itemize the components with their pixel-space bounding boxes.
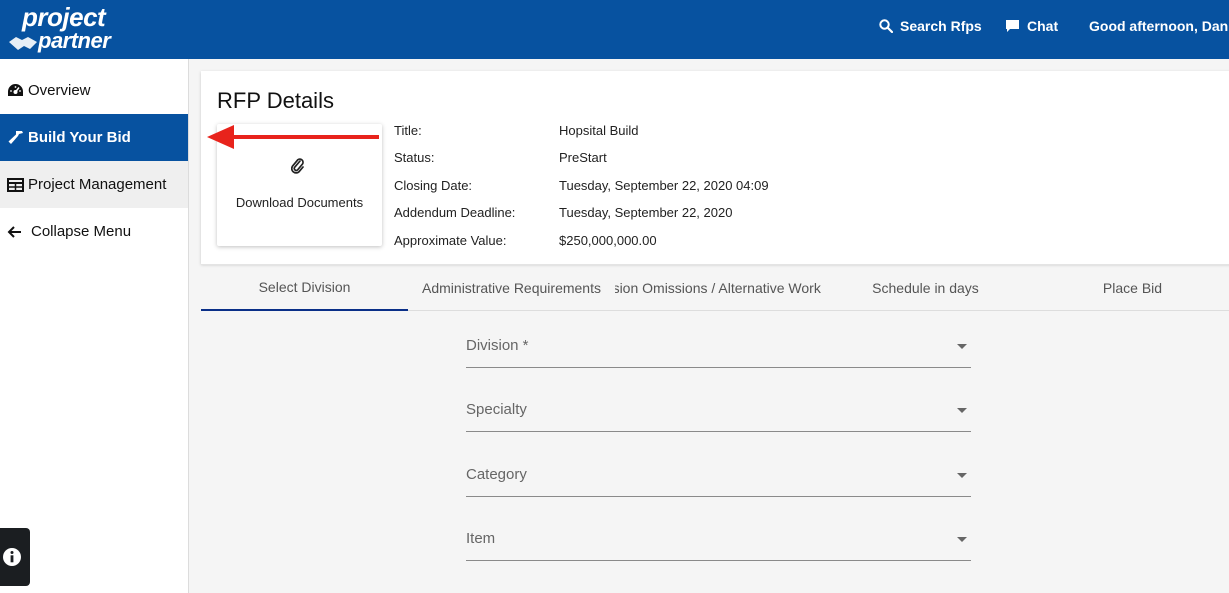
page-title: RFP Details (217, 88, 334, 113)
chevron-down-icon (957, 408, 967, 413)
logo[interactable]: project partner (8, 2, 118, 54)
rfp-field-value: PreStart (559, 150, 607, 165)
sidebar-item-label: Project Management (28, 176, 167, 193)
tab-label: Schedule in days (872, 280, 979, 296)
hammer-icon (8, 131, 23, 144)
handshake-icon (9, 37, 37, 50)
division-label: Division * (466, 337, 529, 354)
dashboard-icon (8, 84, 23, 96)
chevron-down-icon (957, 473, 967, 478)
sidebar-item-overview[interactable]: Overview (0, 67, 188, 114)
tab-bar: Select Division Administrative Requireme… (201, 264, 1229, 311)
rfp-field-value: $250,000,000.00 (559, 233, 657, 248)
specialty-select[interactable]: Specialty (466, 396, 971, 432)
tab-label: Place Bid (1102, 280, 1163, 296)
chat-icon (1006, 20, 1019, 32)
tab-label: Select Division (258, 279, 351, 295)
user-greeting[interactable]: Good afternoon, Dan (1089, 18, 1228, 34)
greeting-text: Good afternoon, Dan (1089, 18, 1229, 34)
tab-label: Administrative Requirements (422, 280, 601, 296)
item-label: Item (466, 530, 496, 547)
search-rfps-label: Search Rfps (900, 18, 982, 34)
chevron-down-icon (957, 537, 967, 542)
tab-administrative-requirements[interactable]: Administrative Requirements (408, 265, 615, 311)
table-icon (7, 177, 24, 192)
paperclip-icon (291, 158, 304, 174)
category-label: Category (466, 466, 527, 483)
info-button[interactable] (0, 528, 30, 586)
sidebar-item-project-management[interactable]: Project Management (0, 161, 188, 208)
rfp-details-card: RFP Details Download Documents Title: Ho… (201, 71, 1229, 264)
division-select[interactable]: Division * (466, 332, 971, 368)
sidebar-item-build-your-bid[interactable]: Build Your Bid (0, 114, 188, 161)
rfp-field-value: Tuesday, September 22, 2020 04:09 (559, 178, 769, 193)
specialty-label: Specialty (466, 401, 527, 418)
search-icon (879, 19, 893, 33)
sidebar-item-label: Overview (28, 82, 91, 99)
tab-select-division[interactable]: Select Division (201, 265, 408, 311)
sidebar-item-label: Collapse Menu (31, 223, 132, 240)
rfp-field-label: Closing Date: (394, 178, 473, 193)
rfp-field-label: Status: (394, 150, 435, 165)
rfp-field-label: Addendum Deadline: (394, 205, 516, 220)
sidebar-item-label: Build Your Bid (28, 129, 131, 146)
rfp-field-label: Title: (394, 123, 422, 138)
logo-text-line2: partner (38, 28, 111, 53)
tab-place-bid[interactable]: Place Bid (1029, 265, 1229, 311)
chat-link[interactable]: Chat (1005, 18, 1058, 34)
chevron-down-icon (957, 344, 967, 349)
category-select[interactable]: Category (466, 461, 971, 497)
rfp-field-value: Tuesday, September 22, 2020 (559, 205, 733, 220)
top-bar: project partner Search Rfps Chat Good af… (0, 0, 1229, 59)
annotation-arrow (207, 125, 379, 149)
info-icon (3, 548, 21, 566)
tab-schedule-in-days[interactable]: Schedule in days (822, 265, 1029, 311)
arrow-left-icon (7, 225, 21, 238)
chat-label: Chat (1027, 18, 1059, 34)
tab-inclusion-omissions[interactable]: Inclusion Omissions / Alternative Work (615, 265, 822, 311)
rfp-field-label: Approximate Value: (394, 233, 507, 248)
search-rfps-link[interactable]: Search Rfps (879, 18, 982, 34)
download-documents-label: Download Documents (235, 195, 364, 210)
sidebar: Overview Build Your Bid Project Manageme… (0, 59, 189, 593)
tab-label: Inclusion Omissions / Alternative Work (615, 280, 821, 296)
item-select[interactable]: Item (466, 525, 971, 561)
rfp-field-value: Hopsital Build (559, 123, 639, 138)
sidebar-item-collapse-menu[interactable]: Collapse Menu (0, 208, 188, 255)
